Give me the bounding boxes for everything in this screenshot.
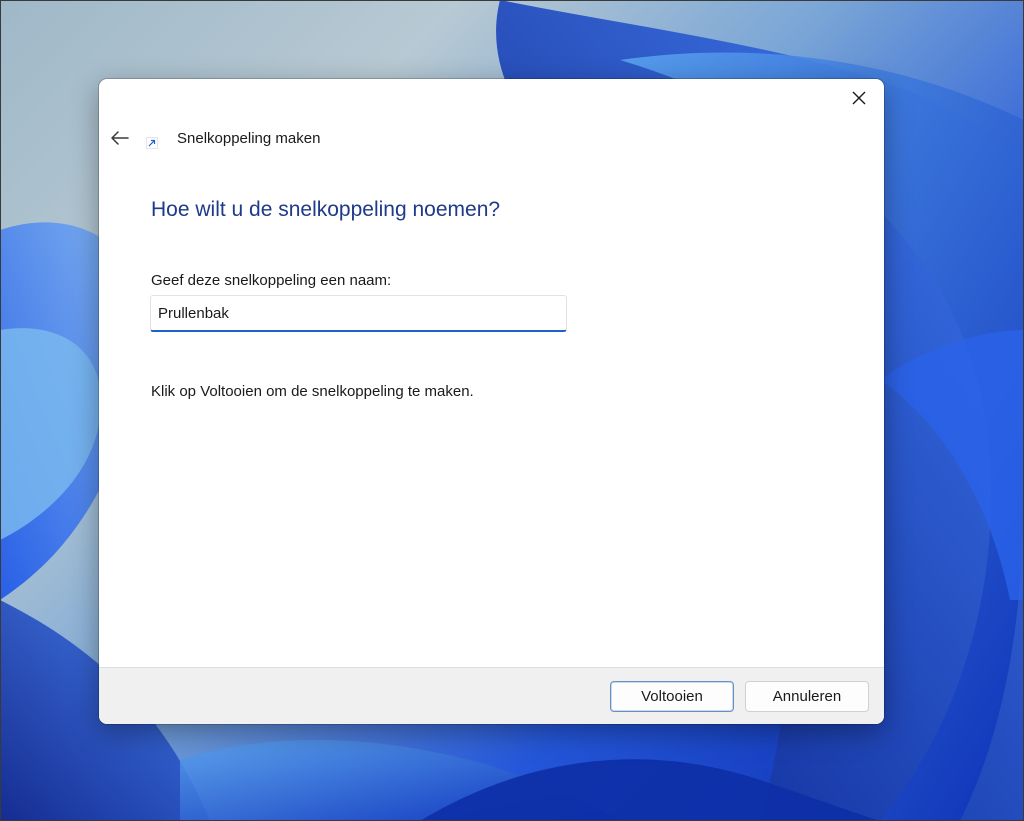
cancel-button[interactable]: Annuleren — [745, 681, 869, 712]
back-button[interactable] — [107, 127, 133, 149]
name-field-label: Geef deze snelkoppeling een naam: — [151, 272, 392, 289]
finish-button[interactable]: Voltooien — [610, 681, 734, 712]
dialog-footer: Voltooien Annuleren — [99, 667, 884, 724]
finish-hint: Klik op Voltooien om de snelkoppeling te… — [151, 383, 474, 400]
desktop-wallpaper: Snelkoppeling maken Hoe wilt u de snelko… — [0, 0, 1024, 821]
shortcut-name-input[interactable] — [150, 295, 567, 332]
close-button[interactable] — [842, 85, 876, 111]
close-icon — [852, 91, 866, 105]
window-title: Snelkoppeling maken — [177, 130, 321, 147]
shortcut-arrow-icon — [146, 137, 158, 149]
back-arrow-icon — [111, 131, 129, 145]
create-shortcut-dialog: Snelkoppeling maken Hoe wilt u de snelko… — [99, 79, 884, 724]
page-heading: Hoe wilt u de snelkoppeling noemen? — [151, 198, 501, 221]
